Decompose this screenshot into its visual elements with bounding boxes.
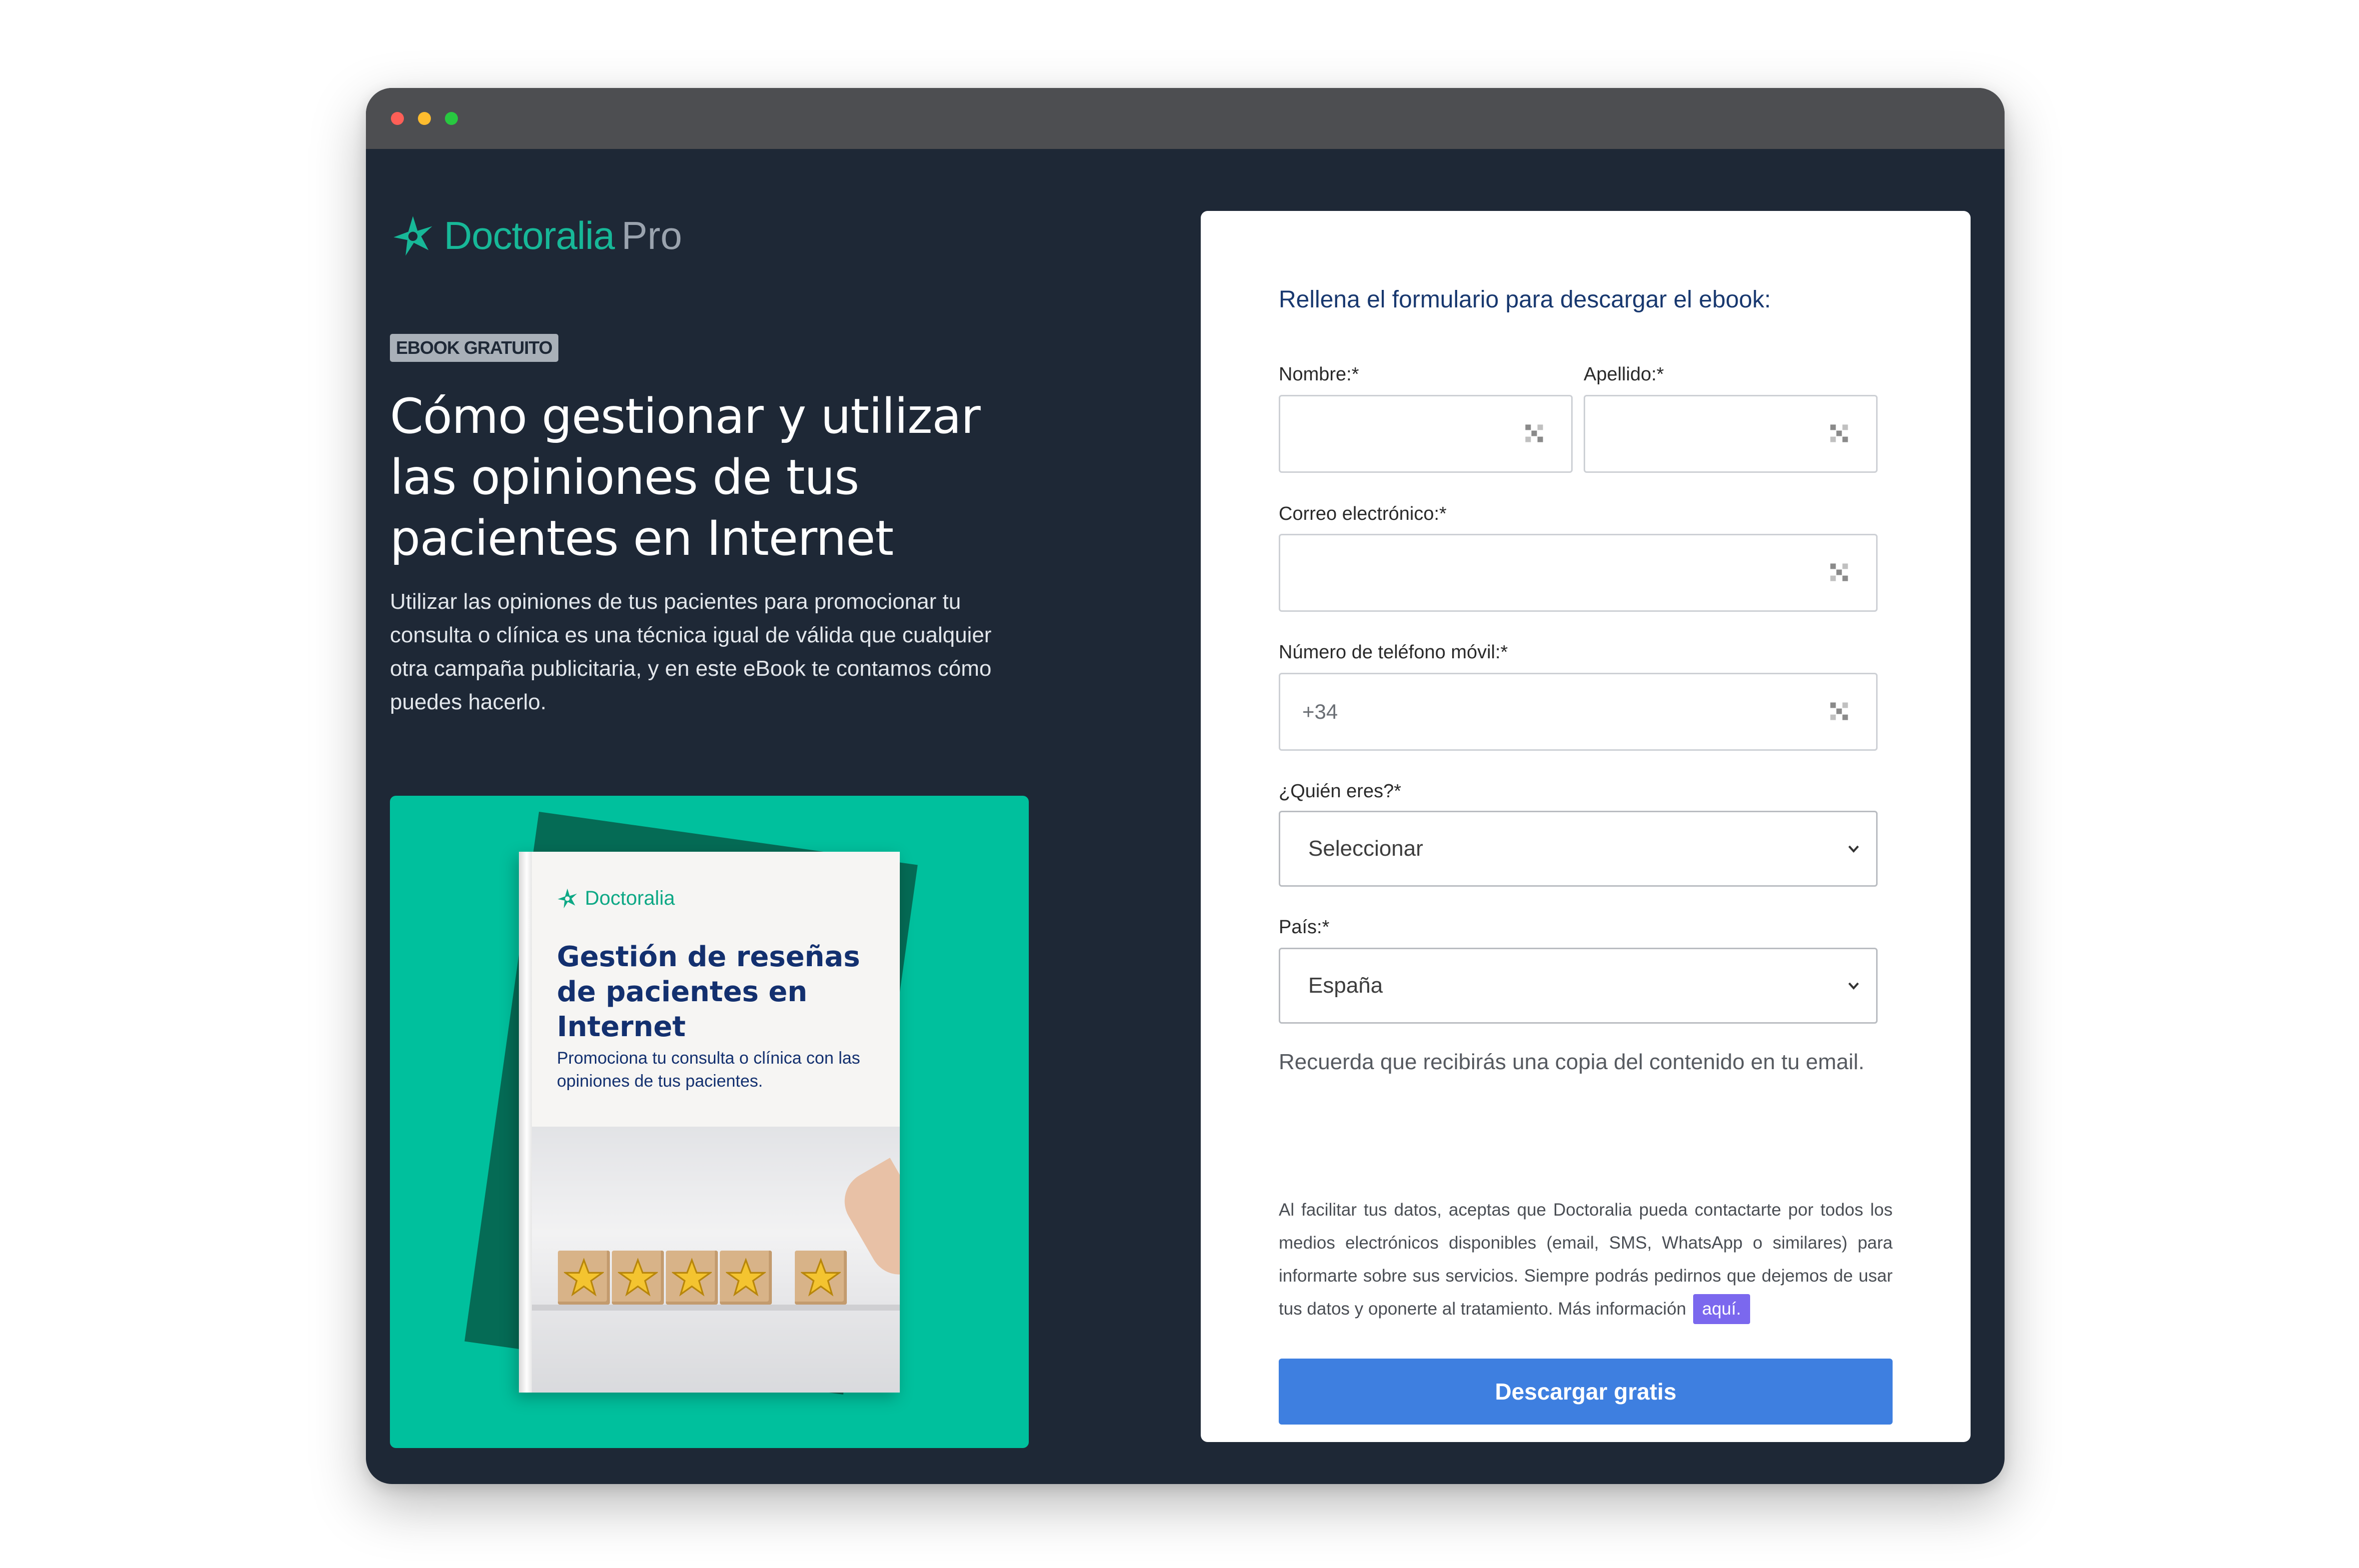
country-selected-value: España: [1308, 973, 1383, 998]
phone-placeholder: +34: [1302, 700, 1338, 723]
brand-logo[interactable]: Doctoralia Pro: [390, 208, 682, 263]
chevron-down-icon: [1848, 982, 1859, 990]
privacy-notice: Al facilitar tus datos, aceptas que Doct…: [1279, 1194, 1893, 1326]
doctoralia-star-icon: [393, 216, 432, 256]
autofill-key-icon[interactable]: [1828, 422, 1850, 444]
download-free-button[interactable]: Descargar gratis: [1279, 1359, 1893, 1425]
star-cube: [720, 1251, 772, 1305]
minimize-window-button[interactable]: [418, 112, 431, 125]
privacy-text: Al facilitar tus datos, aceptas que Doct…: [1279, 1200, 1893, 1319]
star-icon: [564, 1258, 604, 1297]
country-select[interactable]: España: [1279, 948, 1878, 1024]
ebook-subtitle: Promociona tu consulta o clínica con las…: [557, 1049, 860, 1091]
ebook-cover: Doctoralia Gestión de reseñas de pacient…: [519, 852, 900, 1393]
ebook-brand: Doctoralia: [556, 887, 675, 910]
star-cube: [612, 1251, 664, 1305]
doctoralia-star-icon: [557, 888, 577, 909]
star-icon: [672, 1258, 712, 1297]
star-cube: [795, 1251, 847, 1305]
chevron-down-icon: [1848, 845, 1859, 853]
ebook-brand-name: Doctoralia: [585, 887, 675, 909]
star-cube: [666, 1251, 718, 1305]
brand-suffix: Pro: [621, 213, 682, 257]
first-name-label: Nombre:*: [1279, 364, 1359, 385]
photo-shelf: [532, 1305, 900, 1311]
brand-name: Doctoralia: [444, 213, 615, 257]
star-icon: [726, 1258, 766, 1297]
ebook-rating-photo: [532, 1127, 900, 1393]
privacy-info-link[interactable]: aquí.: [1693, 1294, 1750, 1324]
phone-input[interactable]: +34: [1279, 673, 1878, 751]
star-icon: [801, 1258, 841, 1297]
close-window-button[interactable]: [391, 112, 404, 125]
last-name-label: Apellido:*: [1584, 364, 1664, 385]
download-form: Rellena el formulario para descargar el …: [1201, 211, 1971, 1442]
ebook-promo-panel: Doctoralia Gestión de reseñas de pacient…: [390, 796, 1029, 1448]
ebook-spine: [519, 852, 532, 1393]
first-name-input[interactable]: [1279, 395, 1573, 473]
phone-label: Número de teléfono móvil:*: [1279, 642, 1508, 663]
autofill-key-icon[interactable]: [1828, 561, 1850, 583]
last-name-input[interactable]: [1584, 395, 1878, 473]
star-cube: [558, 1251, 610, 1305]
page-title: Cómo gestionar y utilizar las opiniones …: [390, 388, 981, 566]
ebook-title: Gestión de reseñas de pacientes en Inter…: [557, 941, 860, 1043]
page-description: Utilizar las opiniones de tus pacientes …: [390, 589, 992, 714]
email-label: Correo electrónico:*: [1279, 503, 1447, 524]
role-select[interactable]: Seleccionar: [1279, 811, 1878, 887]
role-label: ¿Quién eres?*: [1279, 781, 1402, 802]
email-input[interactable]: [1279, 534, 1878, 612]
window-titlebar: [366, 88, 2005, 149]
autofill-key-icon[interactable]: [1828, 700, 1850, 722]
browser-window: Doctoralia Pro EBOOK GRATUITO Cómo gesti…: [366, 88, 2005, 1484]
autofill-key-icon[interactable]: [1523, 422, 1545, 444]
maximize-window-button[interactable]: [445, 112, 458, 125]
ebook-badge: EBOOK GRATUITO: [390, 334, 558, 362]
form-heading: Rellena el formulario para descargar el …: [1279, 286, 1771, 313]
role-selected-value: Seleccionar: [1308, 836, 1423, 861]
country-label: País:*: [1279, 917, 1330, 938]
star-icon: [618, 1258, 658, 1297]
email-copy-reminder: Recuerda que recibirás una copia del con…: [1279, 1050, 1865, 1074]
